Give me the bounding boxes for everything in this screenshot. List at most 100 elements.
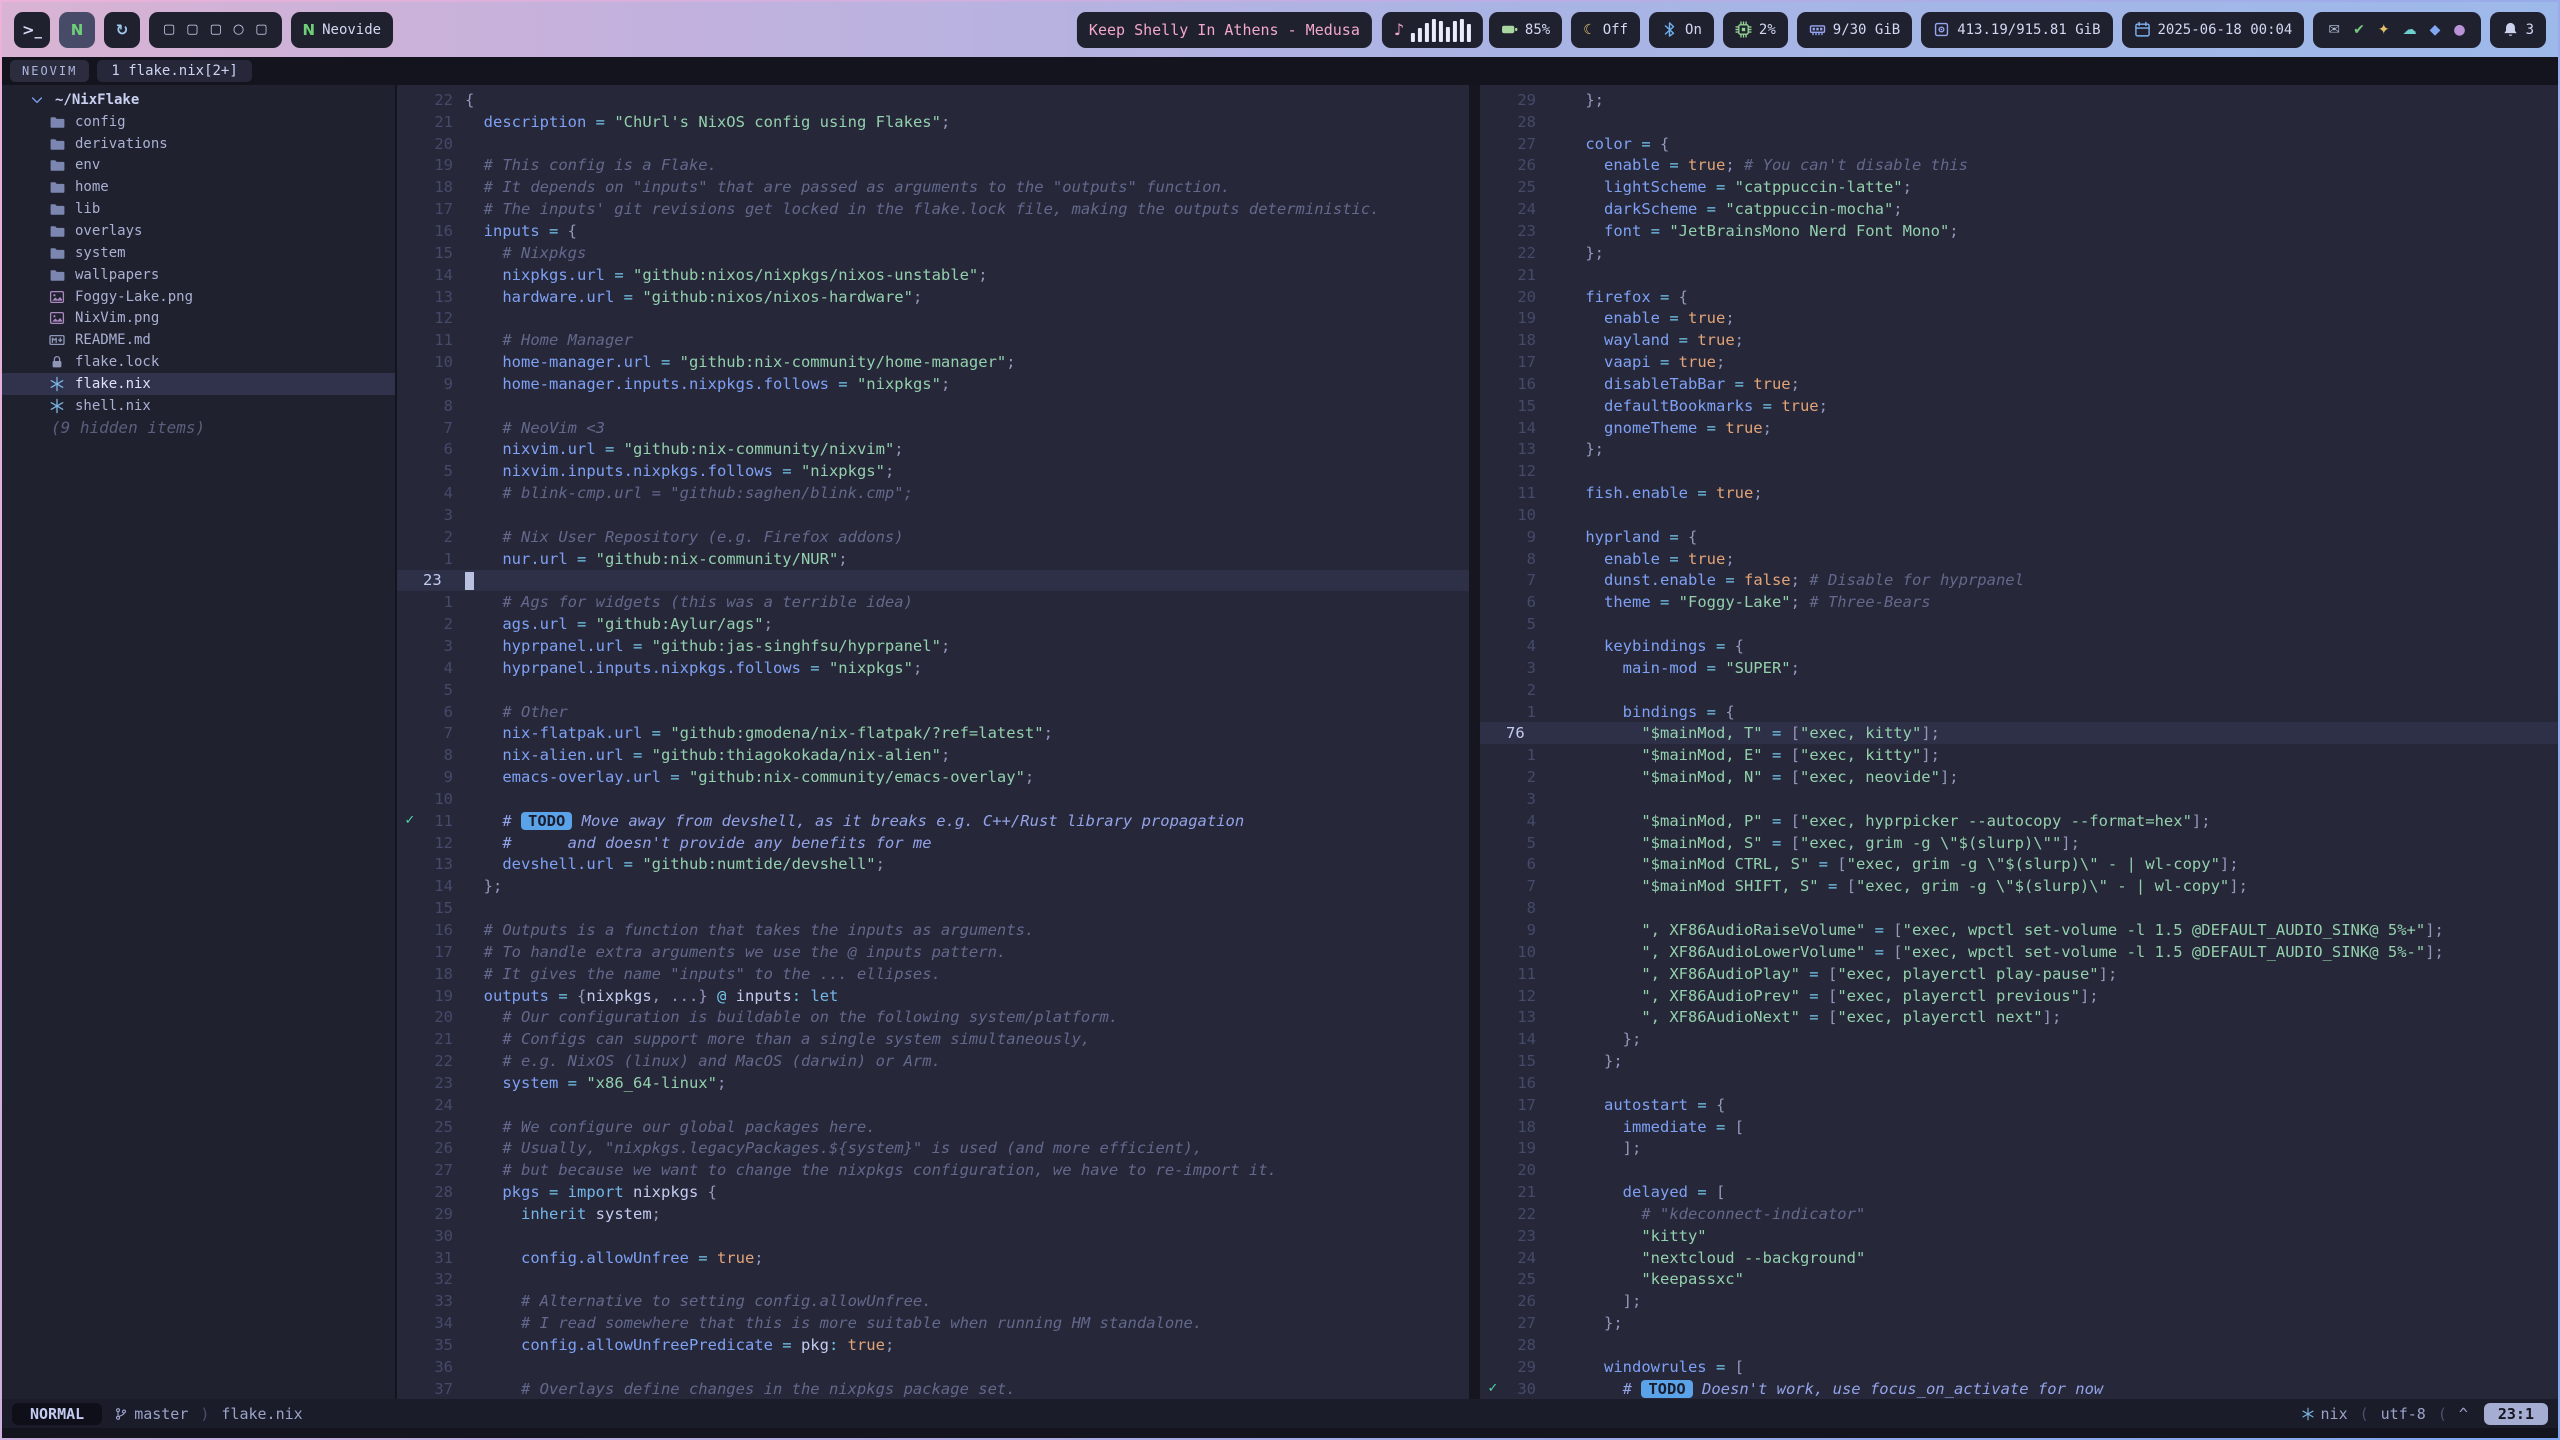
editor-pane-right[interactable]: 29 };2827 color = {26 enable = true; # Y… [1480, 85, 2558, 1399]
code-line[interactable]: 2 [1480, 679, 2558, 701]
code-line[interactable]: 29 windowrules = [ [1480, 1356, 2558, 1378]
media-widget[interactable]: Keep Shelly In Athens - Medusa [1077, 12, 1372, 48]
code-line[interactable]: 24 "nextcloud --background" [1480, 1247, 2558, 1269]
code-line[interactable]: 22{ [397, 89, 1469, 111]
code-line[interactable]: 17 autostart = { [1480, 1094, 2558, 1116]
code-line[interactable]: 4 hyprpanel.inputs.nixpkgs.follows = "ni… [397, 657, 1469, 679]
code-line[interactable]: 3 [1480, 788, 2558, 810]
code-line[interactable]: 16 # Outputs is a function that takes th… [397, 919, 1469, 941]
code-line[interactable]: 20 [397, 133, 1469, 155]
code-line[interactable]: 22 # e.g. NixOS (linux) and MacOS (darwi… [397, 1050, 1469, 1072]
code-line[interactable]: 5 [397, 679, 1469, 701]
code-line[interactable]: ✓30 # TODO Doesn't work, use focus_on_ac… [1480, 1378, 2558, 1399]
code-line-current[interactable]: 23 [397, 570, 1469, 592]
code-line[interactable]: 13 }; [1480, 439, 2558, 461]
code-line[interactable]: 11 fish.enable = true; [1480, 482, 2558, 504]
code-line[interactable]: 10 ", XF86AudioLowerVolume" = ["exec, wp… [1480, 941, 2558, 963]
code-line[interactable]: 36 [397, 1356, 1469, 1378]
code-line[interactable]: 15 }; [1480, 1050, 2558, 1072]
tree-item-env[interactable]: env [2, 155, 395, 177]
code-line[interactable]: 21 delayed = [ [1480, 1181, 2558, 1203]
workspace-terminal[interactable]: >_ [14, 12, 50, 48]
code-line[interactable]: 5 nixvim.inputs.nixpkgs.follows = "nixpk… [397, 460, 1469, 482]
code-line[interactable]: 20 # Our configuration is buildable on t… [397, 1006, 1469, 1028]
code-line[interactable]: 28 [1480, 111, 2558, 133]
code-line[interactable]: ✓11 # TODO Move away from devshell, as i… [397, 810, 1469, 832]
code-line-current[interactable]: 76 "$mainMod, T" = ["exec, kitty"]; [1480, 722, 2558, 744]
code-line[interactable]: 17 # The inputs' git revisions get locke… [397, 198, 1469, 220]
code-line[interactable]: 34 # I read somewhere that this is more … [397, 1312, 1469, 1334]
code-line[interactable]: 12 [397, 307, 1469, 329]
workspace-neovim[interactable]: N [59, 12, 95, 48]
code-line[interactable]: 32 [397, 1269, 1469, 1291]
code-line[interactable]: 7 "$mainMod SHIFT, S" = ["exec, grim -g … [1480, 875, 2558, 897]
code-line[interactable]: 35 config.allowUnfreePredicate = pkg: tr… [397, 1334, 1469, 1356]
code-line[interactable]: 4 "$mainMod, P" = ["exec, hyprpicker --a… [1480, 810, 2558, 832]
chip-battery[interactable]: 85% [1489, 12, 1562, 48]
code-line[interactable]: 10 home-manager.url = "github:nix-commun… [397, 351, 1469, 373]
code-line[interactable]: 27 }; [1480, 1312, 2558, 1334]
code-line[interactable]: 9 hyprland = { [1480, 526, 2558, 548]
code-line[interactable]: 10 [397, 788, 1469, 810]
code-line[interactable]: 19 outputs = {nixpkgs, ...} @ inputs: le… [397, 985, 1469, 1007]
editor-pane-left[interactable]: 22{21 description = "ChUrl's NixOS confi… [397, 85, 1469, 1399]
code-line[interactable]: 18 wayland = true; [1480, 329, 2558, 351]
code-line[interactable]: 18 immediate = [ [1480, 1116, 2558, 1138]
code-line[interactable]: 29 }; [1480, 89, 2558, 111]
code-line[interactable]: 26 # Usually, "nixpkgs.legacyPackages.${… [397, 1138, 1469, 1160]
tree-item-flake.nix[interactable]: flake.nix [2, 373, 395, 395]
tray-icon-6[interactable]: ● [2453, 22, 2465, 38]
code-line[interactable]: 16 [1480, 1072, 2558, 1094]
tray-icon-3[interactable]: ✦ [2378, 22, 2390, 38]
code-line[interactable]: 7 dunst.enable = false; # Disable for hy… [1480, 570, 2558, 592]
code-line[interactable]: 7 nix-flatpak.url = "github:gmodena/nix-… [397, 722, 1469, 744]
code-line[interactable]: 1 nur.url = "github:nix-community/NUR"; [397, 548, 1469, 570]
code-line[interactable]: 9 emacs-overlay.url = "github:nix-commun… [397, 766, 1469, 788]
code-line[interactable]: 7 # NeoVim <3 [397, 417, 1469, 439]
code-line[interactable]: 24 darkScheme = "catppuccin-mocha"; [1480, 198, 2558, 220]
code-line[interactable]: 15 [397, 897, 1469, 919]
code-line[interactable]: 23 font = "JetBrainsMono Nerd Font Mono"… [1480, 220, 2558, 242]
code-line[interactable]: 18 # It gives the name "inputs" to the .… [397, 963, 1469, 985]
code-line[interactable]: 13 devshell.url = "github:numtide/devshe… [397, 854, 1469, 876]
code-line[interactable]: 2 ags.url = "github:Aylur/ags"; [397, 613, 1469, 635]
code-line[interactable]: 22 # "kdeconnect-indicator" [1480, 1203, 2558, 1225]
code-line[interactable]: 1 "$mainMod, E" = ["exec, kitty"]; [1480, 744, 2558, 766]
tree-item-Foggy-Lake.png[interactable]: Foggy-Lake.png [2, 286, 395, 308]
code-line[interactable]: 4 keybindings = { [1480, 635, 2558, 657]
code-line[interactable]: 6 theme = "Foggy-Lake"; # Three-Bears [1480, 591, 2558, 613]
tree-item-lib[interactable]: lib [2, 198, 395, 220]
code-line[interactable]: 8 [397, 395, 1469, 417]
workspace-refresh[interactable]: ↻ [104, 12, 140, 48]
code-line[interactable]: 4 # blink-cmp.url = "github:saghen/blink… [397, 482, 1469, 504]
code-line[interactable]: 18 # It depends on "inputs" that are pas… [397, 176, 1469, 198]
code-line[interactable]: 1 bindings = { [1480, 701, 2558, 723]
code-line[interactable]: 6 nixvim.url = "github:nix-community/nix… [397, 439, 1469, 461]
code-line[interactable]: 8 enable = true; [1480, 548, 2558, 570]
tray-icon-4[interactable]: ☁ [2403, 22, 2417, 38]
code-line[interactable]: 12 [1480, 460, 2558, 482]
code-line[interactable]: 20 [1480, 1159, 2558, 1181]
window-title-chip[interactable]: N Neovide [291, 12, 394, 48]
code-line[interactable]: 3 [397, 504, 1469, 526]
code-line[interactable]: 26 ]; [1480, 1290, 2558, 1312]
code-line[interactable]: 19 ]; [1480, 1138, 2558, 1160]
code-line[interactable]: 29 inherit system; [397, 1203, 1469, 1225]
code-line[interactable]: 5 [1480, 613, 2558, 635]
code-line[interactable]: 20 firefox = { [1480, 286, 2558, 308]
code-line[interactable]: 9 home-manager.inputs.nixpkgs.follows = … [397, 373, 1469, 395]
code-line[interactable]: 11 ", XF86AudioPlay" = ["exec, playerctl… [1480, 963, 2558, 985]
code-line[interactable]: 11 # Home Manager [397, 329, 1469, 351]
code-line[interactable]: 28 [1480, 1334, 2558, 1356]
code-line[interactable]: 21 [1480, 264, 2558, 286]
code-line[interactable]: 25 # We configure our global packages he… [397, 1116, 1469, 1138]
code-line[interactable]: 22 }; [1480, 242, 2558, 264]
code-line[interactable]: 23 "kitty" [1480, 1225, 2558, 1247]
code-line[interactable]: 9 ", XF86AudioRaiseVolume" = ["exec, wpc… [1480, 919, 2558, 941]
code-line[interactable]: 1 # Ags for widgets (this was a terrible… [397, 591, 1469, 613]
code-line[interactable]: 30 [397, 1225, 1469, 1247]
notifications-chip[interactable]: 3 [2490, 12, 2546, 48]
code-line[interactable]: 33 # Alternative to setting config.allow… [397, 1290, 1469, 1312]
code-line[interactable]: 24 [397, 1094, 1469, 1116]
code-line[interactable]: 25 "keepassxc" [1480, 1269, 2558, 1291]
